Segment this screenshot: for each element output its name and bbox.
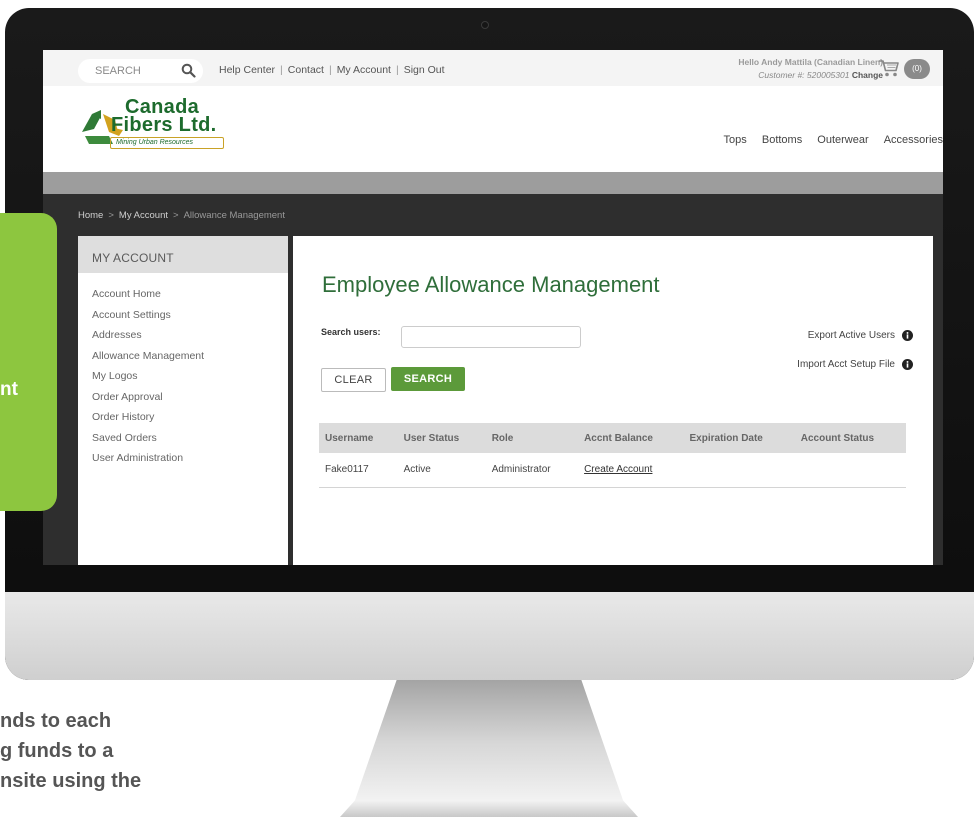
breadcrumb-arrow: > (108, 210, 114, 221)
account-sidebar: MY ACCOUNT Account Home Account Settings… (78, 236, 288, 565)
column-header-username[interactable]: Username (319, 423, 398, 453)
caption-line: g funds to a (0, 740, 114, 762)
cell-username: Fake0117 (319, 453, 398, 488)
sidebar-item-saved-orders[interactable]: Saved Orders (92, 428, 204, 449)
cell-expiration-date (683, 453, 795, 488)
utility-links: Help Center | Contact | My Account | Sign Out (219, 64, 445, 76)
users-table: Username User Status Role Accnt Balance … (319, 423, 906, 488)
main-panel: Employee Allowance Management Search use… (293, 236, 933, 565)
info-icon[interactable] (902, 330, 913, 341)
sidebar-menu: Account Home Account Settings Addresses … (92, 284, 204, 469)
logo-text-line2: Fibers Ltd. (111, 114, 217, 136)
link-separator: | (395, 64, 399, 76)
customer-number: Customer #: 520005301 (758, 70, 850, 80)
table-row: Fake0117 Active Administrator Create Acc… (319, 453, 906, 488)
cart-icon[interactable] (878, 58, 900, 78)
cell-user-status: Active (397, 453, 486, 488)
site-search-placeholder: SEARCH (95, 65, 141, 77)
search-icon[interactable] (181, 63, 196, 78)
sidebar-item-order-approval[interactable]: Order Approval (92, 387, 204, 408)
search-users-label: Search users: (321, 327, 381, 337)
create-account-link[interactable]: Create Account (584, 464, 652, 475)
callout-text: nt (0, 379, 18, 400)
info-icon[interactable] (902, 359, 913, 370)
breadcrumb: Home > My Account > Allowance Management (78, 210, 285, 221)
link-separator: | (280, 64, 283, 76)
sidebar-item-account-settings[interactable]: Account Settings (92, 305, 204, 326)
cell-accnt-balance: Create Account (578, 453, 684, 488)
clear-button[interactable]: CLEAR (321, 368, 386, 392)
column-header-user-status[interactable]: User Status (397, 423, 486, 453)
nav-tops[interactable]: Tops (724, 134, 747, 146)
monitor-chin (5, 592, 974, 680)
help-center-link[interactable]: Help Center (219, 64, 275, 76)
logo-tagline: Mining Urban Resources (110, 137, 224, 149)
table-header-row: Username User Status Role Accnt Balance … (319, 423, 906, 453)
caption-line: nsite using the (0, 770, 142, 792)
cell-role: Administrator (485, 453, 579, 488)
column-header-accnt-balance[interactable]: Accnt Balance (578, 423, 684, 453)
export-active-users-label[interactable]: Export Active Users (808, 330, 895, 341)
sidebar-item-order-history[interactable]: Order History (92, 407, 204, 428)
import-acct-setup-file[interactable]: Import Acct Setup File (797, 359, 913, 370)
site-header: Canada Fibers Ltd. Mining Urban Resource… (43, 86, 943, 172)
greeting-name: Hello Andy Mattila (Canadian Linen) (738, 57, 883, 67)
import-acct-setup-label[interactable]: Import Acct Setup File (797, 359, 895, 370)
feature-callout-card (0, 213, 57, 511)
user-greeting: Hello Andy Mattila (Canadian Linen) Cust… (738, 56, 883, 82)
column-header-expiration-date[interactable]: Expiration Date (683, 423, 795, 453)
cell-account-status (794, 453, 906, 488)
sidebar-item-user-administration[interactable]: User Administration (92, 448, 204, 469)
contact-link[interactable]: Contact (288, 64, 324, 76)
link-separator: | (328, 64, 332, 76)
monitor-frame: SEARCH Help Center | Contact | My Account | Si… (5, 8, 974, 680)
breadcrumb-home[interactable]: Home (78, 210, 103, 221)
cart-count-badge[interactable]: (0) (904, 59, 930, 79)
sign-out-link[interactable]: Sign Out (404, 64, 445, 76)
column-header-account-status[interactable]: Account Status (794, 423, 906, 453)
sidebar-item-account-home[interactable]: Account Home (92, 284, 204, 305)
breadcrumb-my-account[interactable]: My Account (119, 210, 168, 221)
utility-bar: SEARCH Help Center | Contact | My Account | Si… (43, 50, 943, 86)
breadcrumb-arrow: > (173, 210, 179, 221)
sidebar-item-addresses[interactable]: Addresses (92, 325, 204, 346)
sidebar-item-allowance-management[interactable]: Allowance Management (92, 346, 204, 367)
feature-caption: nds to each g funds to a nsite using the (0, 706, 330, 796)
page-title: Employee Allowance Management (322, 272, 660, 297)
column-header-role[interactable]: Role (485, 423, 579, 453)
my-account-link[interactable]: My Account (337, 64, 391, 76)
export-active-users[interactable]: Export Active Users (808, 330, 913, 341)
camera-dot (481, 21, 489, 29)
nav-outerwear[interactable]: Outerwear (817, 134, 868, 146)
site-search-input[interactable]: SEARCH (78, 59, 203, 83)
screen: SEARCH Help Center | Contact | My Account | Si… (43, 50, 943, 565)
nav-bottoms[interactable]: Bottoms (762, 134, 802, 146)
sidebar-item-my-logos[interactable]: My Logos (92, 366, 204, 387)
category-nav: Tops Bottoms Outerwear Accessories (712, 134, 943, 146)
monitor-stand (340, 680, 638, 817)
sidebar-title: MY ACCOUNT (78, 236, 288, 273)
nav-accessories[interactable]: Accessories (884, 134, 943, 146)
search-button[interactable]: SEARCH (391, 367, 465, 391)
search-users-input[interactable] (401, 326, 581, 348)
breadcrumb-current: Allowance Management (183, 210, 285, 221)
caption-line: nds to each (0, 710, 112, 732)
header-divider-band (43, 172, 943, 194)
